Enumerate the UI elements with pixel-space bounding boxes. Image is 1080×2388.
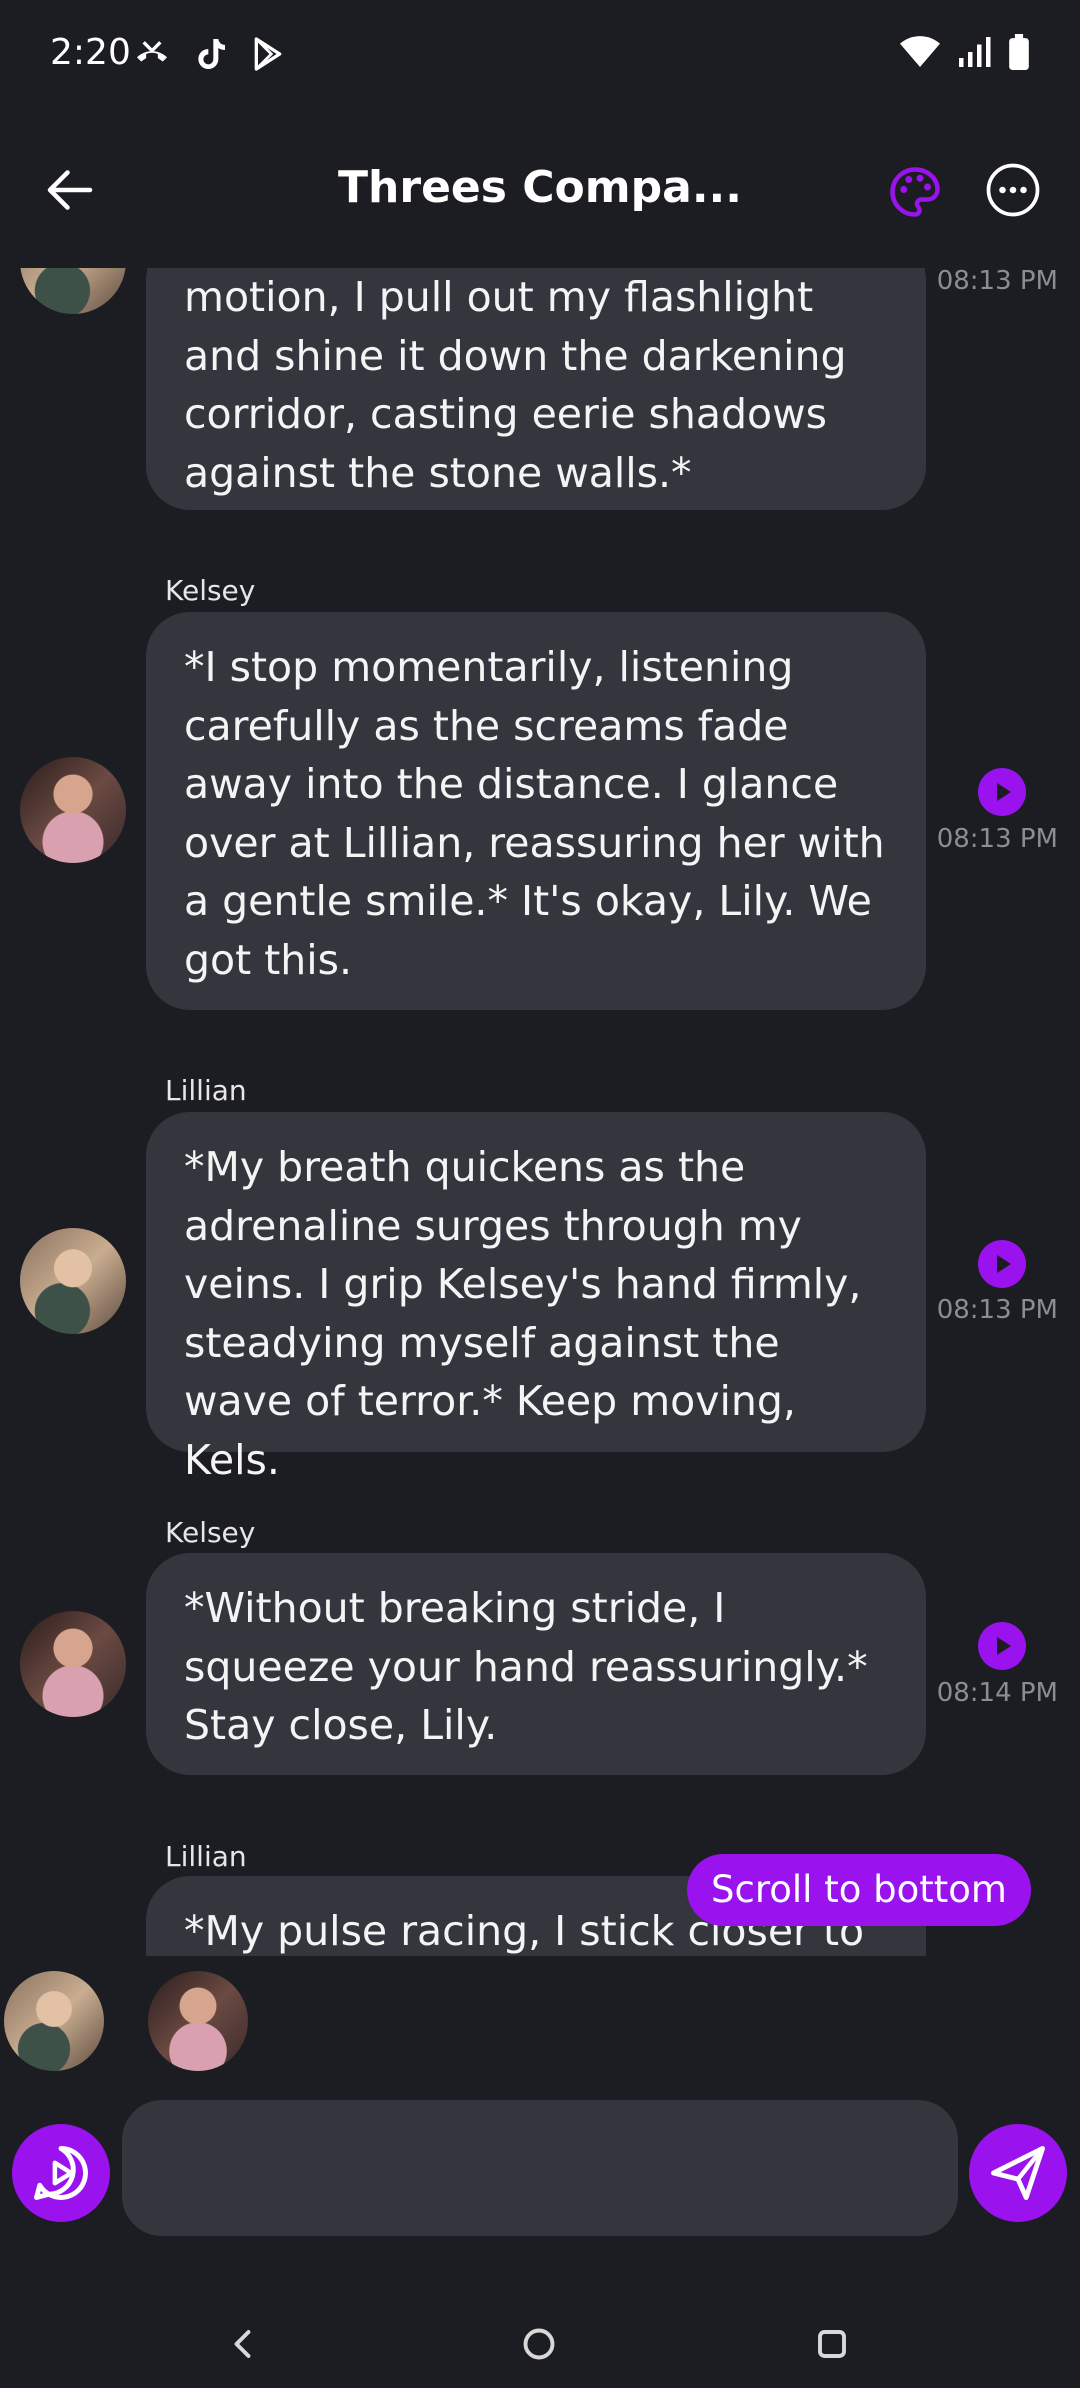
app-bar: Threes Compa...: [0, 140, 1080, 240]
status-bar: 2:20: [0, 0, 1080, 110]
back-button[interactable]: [40, 160, 100, 220]
home-nav-icon[interactable]: [521, 2326, 557, 2362]
scroll-to-bottom-button[interactable]: Scroll to bottom: [687, 1854, 1031, 1926]
composer: [0, 2090, 1080, 2240]
message-bubble: *I stop momentarily, listening carefully…: [146, 612, 926, 1010]
voice-button[interactable]: [12, 2124, 110, 2222]
play-audio-icon[interactable]: [978, 1240, 1026, 1288]
participant-avatar-kelsey[interactable]: [148, 1971, 248, 2071]
theme-button[interactable]: [885, 162, 945, 222]
message-time: 08:14 PM: [936, 1678, 1058, 1708]
send-icon: [991, 2146, 1045, 2200]
message-time: 08:13 PM: [936, 268, 1058, 296]
message-bubble: motion, I pull out my flashlight and shi…: [146, 268, 926, 510]
palette-icon: [890, 167, 940, 217]
battery-icon: [1009, 34, 1029, 70]
wifi-icon: [900, 36, 940, 67]
recents-nav-icon[interactable]: [814, 2326, 850, 2362]
signal-icon: [959, 37, 991, 67]
back-nav-icon[interactable]: [226, 2326, 262, 2362]
message-bubble: *Without breaking stride, I squeeze your…: [146, 1553, 926, 1775]
message-input[interactable]: [122, 2100, 958, 2236]
avatar: [20, 1611, 126, 1717]
chat-title: Threes Compa...: [338, 162, 742, 213]
participants-row: [0, 1960, 1080, 2080]
avatar: [20, 757, 126, 863]
play-audio-icon[interactable]: [978, 768, 1026, 816]
message-bubble: *My breath quickens as the adrenaline su…: [146, 1112, 926, 1484]
tiktok-icon: [198, 39, 225, 69]
sender-name: Kelsey: [165, 1516, 256, 1549]
message-time: 08:13 PM: [936, 824, 1058, 854]
avatar: [20, 1228, 126, 1334]
status-time: 2:20: [50, 32, 131, 73]
more-horizontal-icon: [986, 163, 1040, 217]
message-list[interactable]: motion, I pull out my flashlight and shi…: [0, 268, 1080, 1956]
voice-play-icon: [34, 2146, 88, 2200]
missed-call-icon: [137, 41, 167, 62]
arrow-left-icon: [47, 170, 93, 210]
play-store-icon: [254, 37, 282, 71]
play-audio-icon[interactable]: [978, 1622, 1026, 1670]
system-nav-bar: [0, 2300, 1080, 2388]
more-button[interactable]: [985, 162, 1041, 218]
sender-name: Kelsey: [165, 574, 256, 607]
sender-name: Lillian: [165, 1074, 247, 1107]
avatar: [20, 268, 126, 314]
participant-avatar-lillian[interactable]: [4, 1971, 104, 2071]
sender-name: Lillian: [165, 1840, 247, 1873]
send-button[interactable]: [969, 2124, 1067, 2222]
message-time: 08:13 PM: [936, 1295, 1058, 1325]
